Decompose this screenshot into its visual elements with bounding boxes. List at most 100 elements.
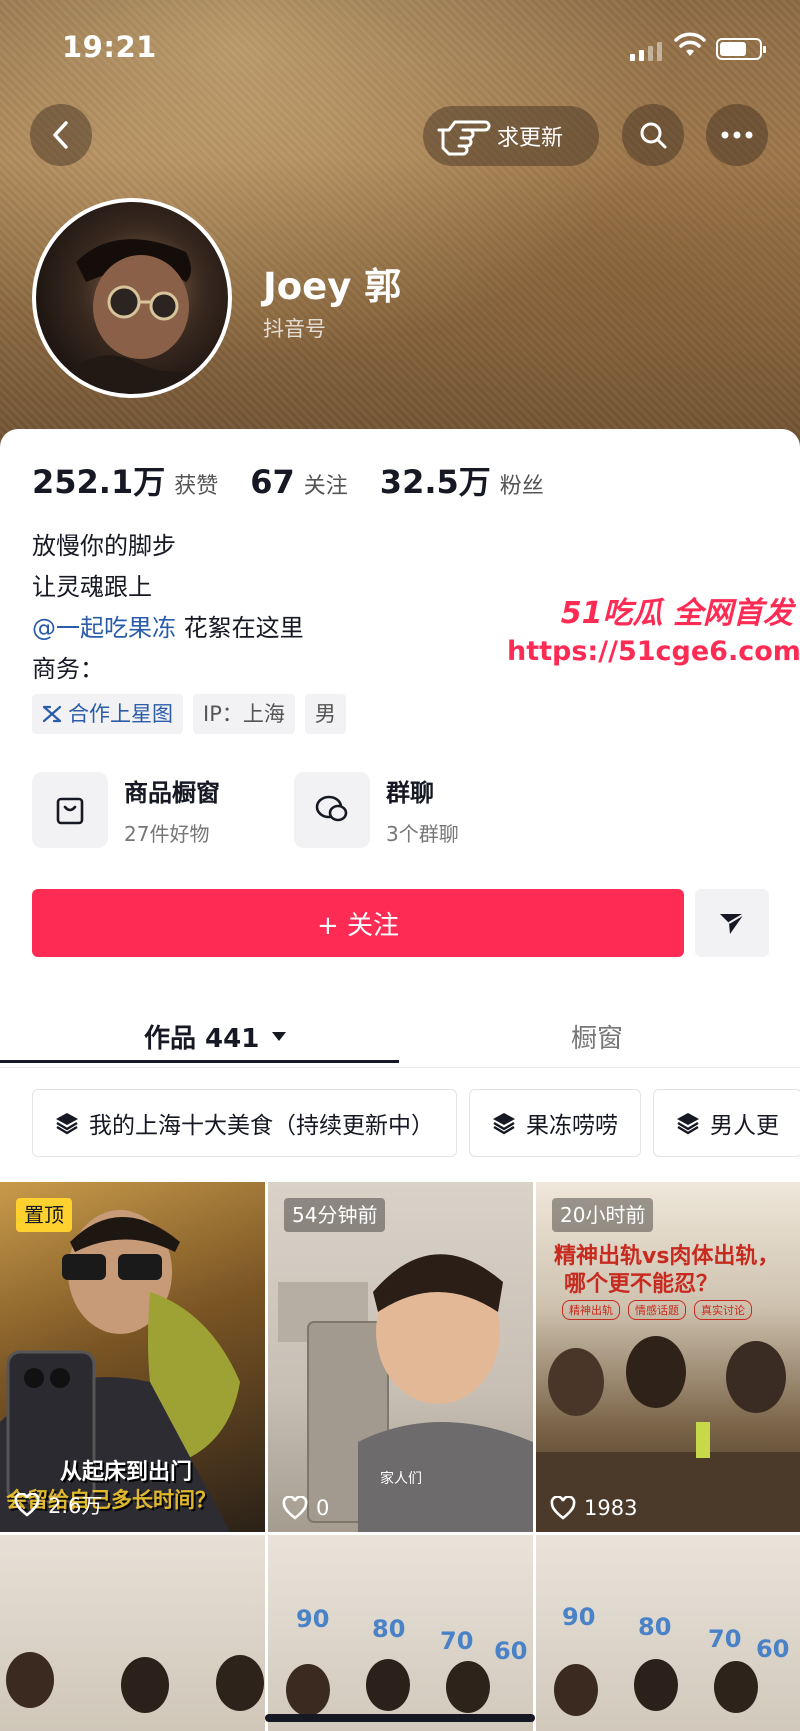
followers-label: 粉丝 [499,474,544,499]
douyin-id[interactable]: 抖音号 [263,313,326,343]
topic-pills: 精神出轨 情感话题 真实讨论 [562,1300,752,1320]
video-caption: 家人们 [380,1471,422,1487]
heart-icon [550,1496,576,1520]
watermark-title: 51吃瓜 全网首发 [560,596,793,631]
caret-down-icon [272,1032,287,1041]
active-tab-indicator [0,1060,399,1063]
chevron-left-icon [53,121,68,149]
score-label: 80 [638,1613,672,1641]
score-label: 90 [562,1603,596,1631]
battery-icon [716,38,766,60]
video-thumbnail[interactable] [0,1535,265,1731]
likes-label: 获赞 [174,474,219,499]
likes-count[interactable]: 252.1万 [32,457,165,503]
star-map-label: 合作上星图 [68,702,173,726]
score-label: 70 [440,1627,474,1655]
video-caption: 从起床到出门 [60,1460,193,1485]
following-count[interactable]: 67 [250,463,295,501]
stats-row: 252.1万 获赞 67 关注 32.5万 粉丝 [32,457,576,503]
bio-business: 商务： [32,655,104,683]
wifi-icon [674,32,706,56]
collection-chip[interactable]: 男人更 [653,1089,800,1157]
collection-chip[interactable]: 果冻唠唠 [469,1089,641,1157]
layers-icon [677,1113,699,1135]
video-scene [536,1336,800,1532]
bio-line: 让灵魂跟上 [32,573,152,601]
video-thumbnail[interactable]: 54分钟前 家人们 0 [268,1182,533,1532]
chat-bubbles-icon [294,772,370,848]
avatar-portrait [56,239,216,392]
collection-chip[interactable]: 我的上海十大美食（持续更新中） [32,1089,457,1157]
watermark: 51吃瓜 全网首发 https://51cge6.com [495,588,800,667]
username: Joey 郭 [263,265,402,308]
tab-works-label: 作品 441 [144,1023,260,1054]
followers-count[interactable]: 32.5万 [380,457,491,503]
content-tabs: 作品 441 橱窗 [0,1004,800,1068]
tab-showcase[interactable]: 橱窗 [571,1004,623,1068]
like-count: 1983 [584,1496,638,1520]
shopping-bag-icon [32,772,108,848]
shop-window-entry[interactable]: 商品橱窗 27件好物 [32,772,220,848]
pointing-hand-icon [437,120,491,156]
following-label: 关注 [303,474,348,499]
collection-chip-label: 果冻唠唠 [526,1113,618,1139]
collection-chip-label: 男人更 [710,1113,779,1139]
more-button[interactable] [706,104,768,166]
ip-tag: IP：上海 [193,694,295,734]
tab-works[interactable]: 作品 441 [144,1004,287,1068]
status-bar: 19:21 [0,28,800,68]
bio-line: 放慢你的脚步 [32,532,176,560]
mention-link[interactable]: @一起吃果冻 [32,614,176,642]
video-likes: 1983 [550,1496,637,1520]
heart-icon [14,1493,40,1517]
star-map-icon [42,705,62,723]
tag-row: 合作上星图 IP：上海 男 [32,694,346,734]
paper-plane-icon [720,913,745,934]
video-thumbnail[interactable]: 90 80 70 60 [536,1535,800,1731]
group-chat-subtitle: 3个群聊 [386,822,459,846]
bio: 放慢你的脚步 让灵魂跟上 @一起吃果冻 花絮在这里 商务： [32,526,304,690]
share-button[interactable] [695,889,769,957]
heart-icon [282,1496,308,1520]
video-thumbnail[interactable]: 90 80 70 60 [268,1535,533,1731]
gender-tag: 男 [304,694,346,734]
topic-pill: 精神出轨 [562,1300,620,1320]
video-thumbnail[interactable]: 置顶 从起床到出门 会留给自己多长时间？ 2.6万 [0,1182,265,1532]
profile-page: 19:21 求更新 Joey 郭 抖音号 252.1万 获赞 67 关注 32.… [0,0,800,1731]
signal-icon [630,42,662,61]
like-count: 0 [316,1496,330,1520]
mention-suffix: 花絮在这里 [176,614,304,642]
collection-chip-label: 我的上海十大美食（持续更新中） [89,1113,434,1139]
request-update-button[interactable]: 求更新 [423,106,599,166]
score-label: 90 [296,1605,330,1633]
score-label: 80 [372,1615,406,1643]
time-badge: 54分钟前 [284,1198,386,1232]
status-time: 19:21 [62,30,157,64]
back-button[interactable] [30,104,92,166]
shop-window-title: 商品橱窗 [124,779,220,807]
search-icon [640,122,667,149]
score-label: 60 [494,1637,528,1665]
video-likes: 0 [282,1496,329,1520]
shop-window-subtitle: 27件好物 [124,822,210,846]
star-map-tag[interactable]: 合作上星图 [32,694,183,734]
search-button[interactable] [622,104,684,166]
layers-icon [493,1113,515,1135]
time-badge: 20小时前 [552,1198,654,1232]
watermark-url: https://51cge6.com [507,636,800,667]
avatar[interactable] [32,198,232,398]
video-scene [6,1652,264,1713]
topic-pill: 情感话题 [628,1300,686,1320]
topic-pill: 真实讨论 [694,1300,752,1320]
layers-icon [56,1113,78,1135]
score-label: 60 [756,1635,790,1663]
group-chat-entry[interactable]: 群聊 3个群聊 [294,772,459,848]
video-likes: 2.6万 [14,1490,102,1520]
more-icon [721,131,753,139]
video-thumbnail[interactable]: 20小时前 精神出轨vs肉体出轨， 哪个更不能忍？ 精神出轨 情感话题 真实讨论… [536,1182,800,1532]
home-indicator [265,1714,535,1722]
collection-chips: 我的上海十大美食（持续更新中） 果冻唠唠 男人更 [32,1089,800,1157]
score-label: 70 [708,1625,742,1653]
follow-button[interactable]: + 关注 [32,889,684,957]
profile-cover: 19:21 求更新 Joey 郭 抖音号 [0,0,800,450]
